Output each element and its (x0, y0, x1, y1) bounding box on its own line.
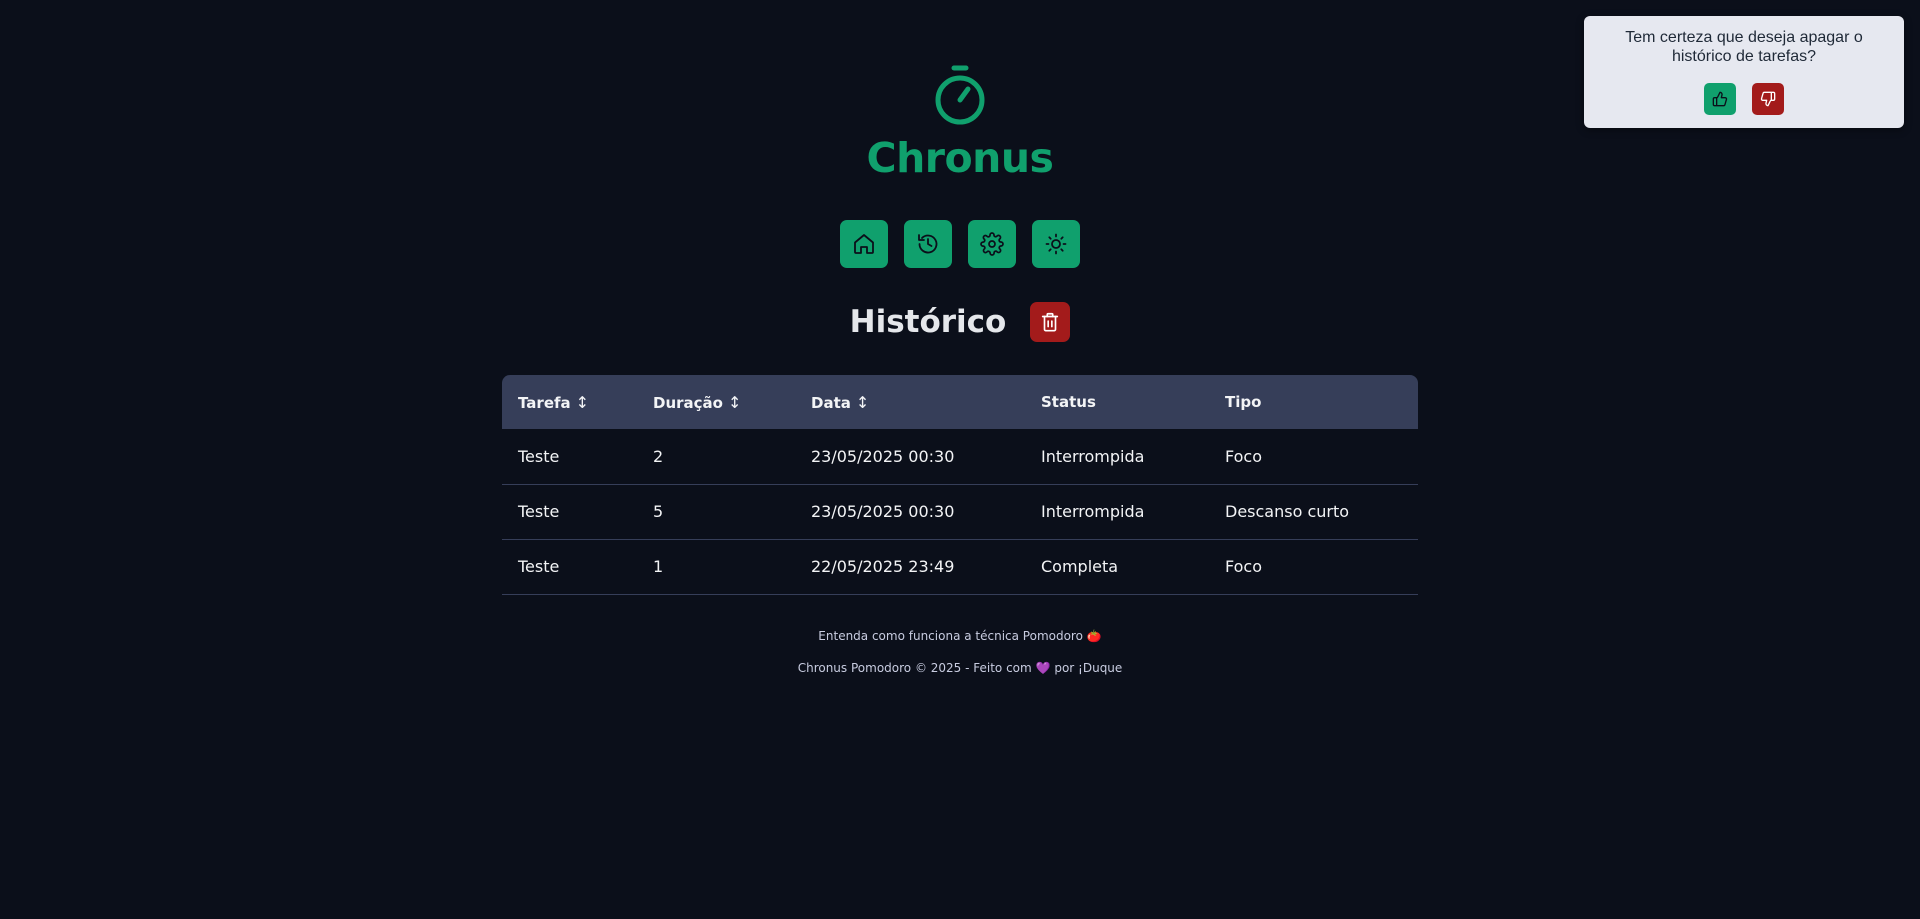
cell-duracao: 5 (637, 484, 795, 540)
cell-tipo: Descanso curto (1209, 484, 1418, 540)
confirm-clear-toast: Tem certeza que deseja apagar o históric… (1584, 16, 1904, 128)
table-row: Teste 5 23/05/2025 00:30 Interrompida De… (502, 484, 1418, 540)
sort-icon[interactable]: ↕ (576, 393, 589, 412)
cell-duracao: 1 (637, 539, 795, 595)
history-button[interactable] (904, 220, 952, 268)
heart-icon: 💜 (1035, 661, 1051, 675)
settings-button[interactable] (968, 220, 1016, 268)
app-title: Chronus (866, 134, 1054, 182)
cell-tarefa: Teste (502, 539, 637, 595)
confirm-button[interactable] (1704, 83, 1736, 115)
page: Chronus Histórico Tarefa ↕ Duração ↕ Dat… (0, 0, 1920, 919)
footer-credits: Chronus Pomodoro © 2025 - Feito com 💜 po… (0, 660, 1920, 676)
trash-icon (1039, 311, 1061, 333)
column-header-duracao[interactable]: Duração ↕ (637, 375, 795, 429)
history-table-container: Tarefa ↕ Duração ↕ Data ↕ Status Tipo Teste… (502, 375, 1418, 595)
home-button[interactable] (840, 220, 888, 268)
cell-data: 23/05/2025 00:30 (795, 484, 1025, 540)
table-row: Teste 1 22/05/2025 23:49 Completa Foco (502, 539, 1418, 595)
sort-icon[interactable]: ↕ (856, 393, 869, 412)
credits-text: Chronus Pomodoro © 2025 - Feito com (797, 661, 1032, 675)
pomodoro-technique-link[interactable]: Entenda como funciona a técnica Pomodoro… (818, 629, 1101, 643)
cell-tarefa: Teste (502, 429, 637, 485)
history-section-header: Histórico (0, 302, 1920, 342)
cell-tipo: Foco (1209, 429, 1418, 485)
toast-actions (1704, 83, 1784, 115)
cell-data: 22/05/2025 23:49 (795, 539, 1025, 595)
clear-history-button[interactable] (1030, 302, 1071, 342)
column-header-tipo: Tipo (1225, 393, 1262, 411)
cell-status: Interrompida (1025, 429, 1209, 485)
thumbs-up-icon (1712, 91, 1728, 107)
sort-icon[interactable]: ↕ (728, 393, 741, 412)
gear-icon (980, 232, 1004, 256)
cell-status: Interrompida (1025, 484, 1209, 540)
column-header-tarefa[interactable]: Tarefa ↕ (502, 375, 637, 429)
sun-icon (1044, 232, 1068, 256)
stopwatch-icon (933, 64, 987, 126)
thumbs-down-icon (1760, 91, 1776, 107)
table-header-row: Tarefa ↕ Duração ↕ Data ↕ Status Tipo (502, 375, 1418, 429)
cell-duracao: 2 (637, 429, 795, 485)
cell-status: Completa (1025, 539, 1209, 595)
history-table: Tarefa ↕ Duração ↕ Data ↕ Status Tipo Teste… (502, 375, 1418, 595)
cell-data: 23/05/2025 00:30 (795, 429, 1025, 485)
main-nav (0, 220, 1920, 268)
table-row: Teste 2 23/05/2025 00:30 Interrompida Fo… (502, 429, 1418, 485)
theme-toggle-button[interactable] (1032, 220, 1080, 268)
footer: Entenda como funciona a técnica Pomodoro… (0, 628, 1920, 676)
history-icon (916, 232, 940, 256)
column-header-status: Status (1041, 393, 1096, 411)
cell-tarefa: Teste (502, 484, 637, 540)
history-title: Histórico (849, 304, 1007, 340)
cancel-button[interactable] (1752, 83, 1784, 115)
cell-tipo: Foco (1209, 539, 1418, 595)
toast-message: Tem certeza que deseja apagar o históric… (1625, 29, 1863, 65)
author-credit: por ¡Duque (1054, 661, 1123, 675)
home-icon (852, 232, 876, 256)
column-header-data[interactable]: Data ↕ (795, 375, 1025, 429)
